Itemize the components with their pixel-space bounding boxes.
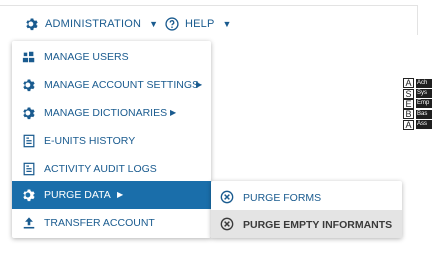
menu-item-label: MANAGE USERS — [44, 51, 129, 63]
menu-item-label: PURGE DATA — [44, 189, 111, 201]
upload-icon — [23, 217, 35, 229]
menu-item-label: TRANSFER ACCOUNT — [44, 217, 155, 229]
menu-item-activity-audit-logs[interactable]: ACTIVITY AUDIT LOGS — [12, 155, 211, 183]
menu-item-e-units-history[interactable]: E-UNITS HISTORY — [12, 127, 211, 155]
menu-item-manage-users[interactable]: MANAGE USERS — [12, 43, 211, 71]
legend-key: A — [403, 119, 414, 130]
document-icon — [23, 162, 35, 176]
submenu-item-label: PURGE EMPTY INFORMANTS — [243, 219, 393, 231]
submenu-item-label: PURGE FORMS — [243, 192, 322, 204]
top-navigation-bar: ADMINISTRATION ▼ HELP ▼ — [0, 0, 432, 46]
menu-item-purge-data[interactable]: PURGE DATA ▶ — [12, 181, 211, 209]
users-icon — [22, 51, 35, 63]
legend-row: A Ach — [403, 78, 432, 89]
gear-icon — [23, 107, 35, 120]
nav-help-label: HELP — [185, 18, 215, 30]
gear-icon — [26, 18, 38, 31]
gear-icon — [23, 79, 35, 92]
legend-key: S — [403, 88, 414, 99]
chevron-right-icon: ▶ — [170, 108, 177, 117]
legend-value: Sys — [416, 89, 432, 99]
chevron-right-icon: ▶ — [196, 80, 203, 89]
nav-help[interactable]: HELP ▼ — [165, 14, 232, 34]
submenu-item-purge-empty-informants[interactable]: PURGE EMPTY INFORMANTS — [211, 210, 402, 238]
legend-key: E — [403, 98, 414, 109]
legend-value: Ach — [416, 78, 432, 88]
document-icon — [23, 134, 35, 148]
gear-icon — [23, 189, 35, 202]
nav-administration[interactable]: ADMINISTRATION ▼ — [25, 14, 158, 34]
menu-item-manage-dictionaries[interactable]: MANAGE DICTIONARIES ▶ — [12, 99, 211, 127]
administration-dropdown-menu: MANAGE USERS MANAGE ACCOUNT SETTINGS ▶ M… — [12, 41, 211, 238]
legend-value: Bas — [416, 109, 432, 119]
background-legend: A Ach S Sys E Emp B Bas A Ass — [403, 78, 432, 130]
legend-key: A — [403, 78, 414, 89]
legend-value: Ass — [416, 120, 432, 130]
legend-key: B — [403, 109, 414, 120]
circle-x-icon — [220, 190, 234, 204]
help-circle-icon — [165, 17, 179, 31]
menu-item-label: ACTIVITY AUDIT LOGS — [44, 163, 157, 175]
submenu-item-purge-forms[interactable]: PURGE FORMS — [211, 183, 402, 211]
chevron-right-icon: ▶ — [117, 190, 124, 199]
chevron-down-icon: ▼ — [149, 19, 159, 29]
menu-item-manage-account-settings[interactable]: MANAGE ACCOUNT SETTINGS ▶ — [12, 71, 211, 99]
circle-x-icon — [220, 217, 234, 231]
legend-row: S Sys — [403, 88, 432, 99]
legend-row: B Bas — [403, 109, 432, 120]
legend-row: A Ass — [403, 119, 432, 130]
menu-item-label: MANAGE ACCOUNT SETTINGS — [44, 79, 199, 91]
chevron-down-icon: ▼ — [222, 19, 232, 29]
menu-item-label: E-UNITS HISTORY — [44, 135, 136, 147]
legend-row: E Emp — [403, 98, 432, 109]
menu-item-label: MANAGE DICTIONARIES — [44, 107, 168, 119]
purge-data-submenu: PURGE FORMS PURGE EMPTY INFORMANTS — [211, 181, 402, 238]
right-divider — [417, 5, 418, 35]
top-divider — [0, 5, 418, 6]
nav-administration-label: ADMINISTRATION — [45, 18, 142, 30]
legend-value: Emp — [416, 99, 432, 109]
menu-item-transfer-account[interactable]: TRANSFER ACCOUNT — [12, 209, 211, 237]
